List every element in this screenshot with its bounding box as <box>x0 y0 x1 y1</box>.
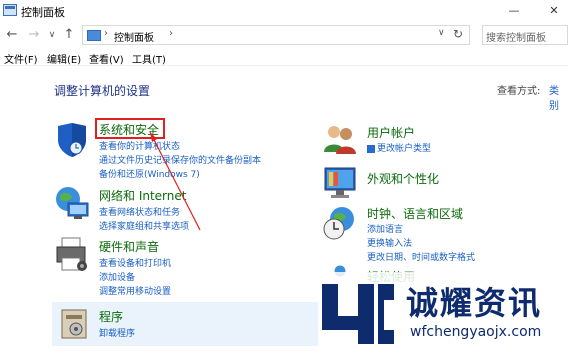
watermark-url: wfchengyaojx.com <box>410 324 542 340</box>
watermark-brand: 诚耀资讯 <box>406 284 543 322</box>
watermark: 诚耀资讯 wfchengyaojx.com <box>318 272 568 355</box>
control-panel-window: 控制面板 — ✕ ← → ∨ ↑ › 控制面板 › ∨ ↻ 搜索控制面板 文件(… <box>0 0 568 355</box>
brand-logo-icon <box>322 284 394 344</box>
